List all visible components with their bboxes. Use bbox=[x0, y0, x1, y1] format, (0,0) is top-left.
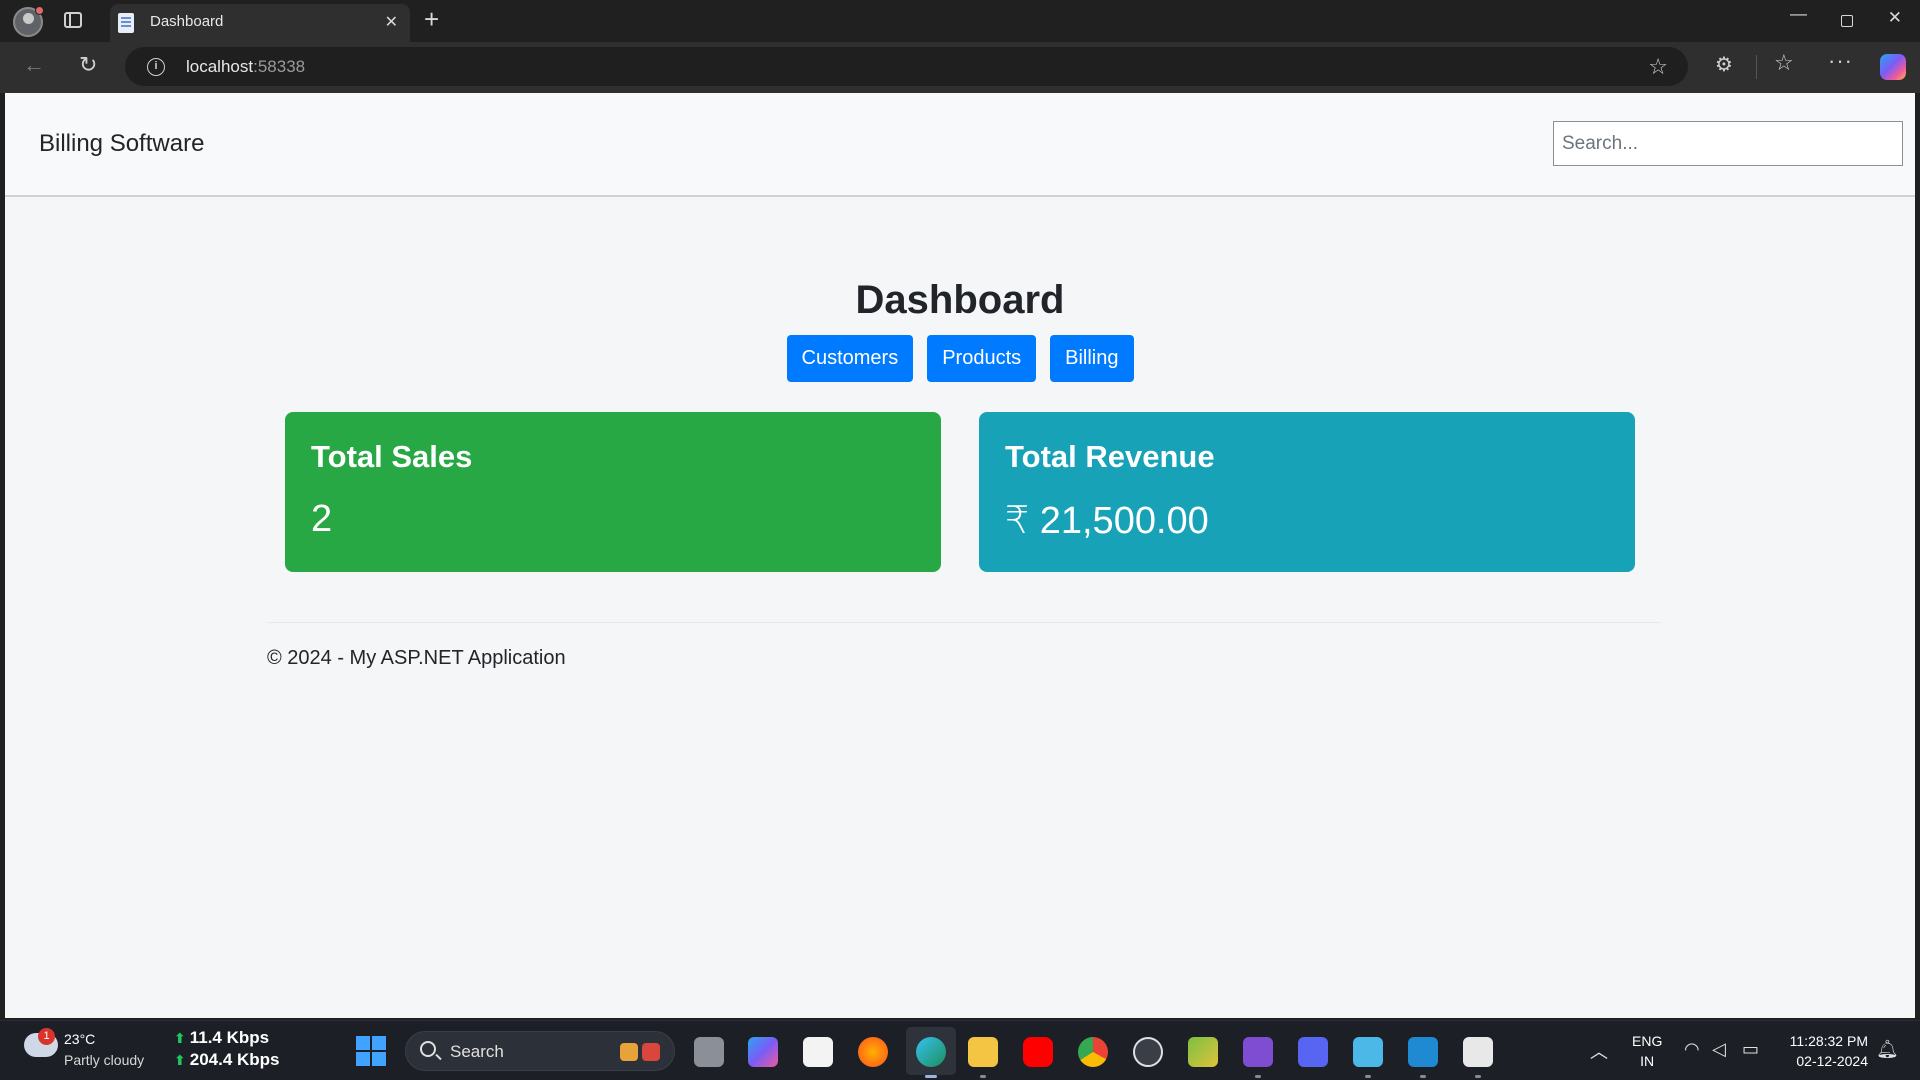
browser-tab-dashboard[interactable]: Dashboard ✕ bbox=[110, 4, 410, 42]
page-title: Dashboard bbox=[855, 278, 1065, 322]
close-window-icon[interactable]: ✕ bbox=[1888, 8, 1902, 28]
youtube-icon[interactable] bbox=[1023, 1037, 1053, 1067]
upload-arrow-icon: ⬆ bbox=[174, 1030, 186, 1046]
card-value: 2 bbox=[311, 498, 333, 540]
search-icon bbox=[420, 1041, 436, 1057]
site-info-icon[interactable]: i bbox=[147, 58, 165, 76]
tab-actions-icon[interactable] bbox=[64, 12, 82, 28]
clock-date: 02-12-2024 bbox=[1796, 1053, 1868, 1069]
vscode-icon[interactable] bbox=[1408, 1037, 1438, 1078]
minimize-window-icon[interactable]: — bbox=[1790, 4, 1807, 24]
restore-window-icon[interactable] bbox=[1841, 15, 1853, 27]
notifications-icon[interactable]: 🔔︎ bbox=[1876, 1039, 1899, 1060]
edge-icon[interactable] bbox=[916, 1037, 946, 1078]
card-title: Total Sales bbox=[311, 439, 473, 474]
taskbar-search-label: Search bbox=[450, 1042, 504, 1061]
weather-alert-badge: 1 bbox=[38, 1028, 55, 1045]
dashboard-nav-buttons: Customers Products Billing bbox=[5, 335, 1915, 382]
card-value: ₹ 21,500.00 bbox=[1005, 500, 1209, 542]
p-app-icon[interactable] bbox=[1298, 1037, 1328, 1067]
copilot-app-icon[interactable] bbox=[748, 1037, 778, 1067]
wifi-icon[interactable]: ◠ bbox=[1684, 1039, 1700, 1060]
browser-tab-strip: Dashboard ✕ + — ✕ bbox=[0, 0, 1920, 42]
language-code: ENG bbox=[1632, 1033, 1663, 1049]
url-host: localhost bbox=[186, 57, 254, 76]
battery-icon[interactable]: ▭ bbox=[1742, 1039, 1759, 1060]
products-button[interactable]: Products bbox=[927, 335, 1037, 382]
system-clock[interactable]: 11:28:32 PM 02-12-2024 bbox=[1780, 1031, 1868, 1071]
billing-button[interactable]: Billing bbox=[1050, 335, 1134, 382]
copilot-icon[interactable] bbox=[1880, 54, 1906, 80]
chevron-up-icon[interactable]: ︿ bbox=[1590, 1038, 1608, 1064]
page-favicon-icon bbox=[118, 13, 134, 33]
windows-start-icon[interactable] bbox=[356, 1036, 386, 1066]
total-sales-card: Total Sales 2 bbox=[285, 412, 941, 572]
url-port: :58338 bbox=[253, 57, 306, 76]
weather-description[interactable]: Partly cloudy bbox=[64, 1052, 144, 1068]
extensions-icon[interactable]: ⚙ bbox=[1715, 52, 1733, 77]
page-viewport: Billing Software Dashboard Customers Pro… bbox=[5, 93, 1915, 1018]
toolbar-divider bbox=[1756, 55, 1757, 79]
brand-link[interactable]: Billing Software bbox=[39, 130, 204, 158]
volume-icon[interactable]: ◁ bbox=[1712, 1039, 1726, 1060]
browser-toolbar: ← ↻ i localhost:58338 ☆ ⚙ ☆ ··· bbox=[0, 42, 1920, 93]
network-upload-speed: ⬆ 11.4 Kbps bbox=[174, 1028, 269, 1048]
profile-avatar-icon[interactable] bbox=[13, 6, 44, 37]
media-player-icon[interactable] bbox=[1133, 1037, 1163, 1067]
clock-time: 11:28:32 PM bbox=[1789, 1033, 1868, 1049]
notepad-icon[interactable] bbox=[1353, 1037, 1383, 1078]
windows-taskbar: 1 23°C Partly cloudy ⬆ 11.4 Kbps ⬆ 204.4 K… bbox=[0, 1020, 1920, 1080]
chrome-icon[interactable] bbox=[1078, 1037, 1108, 1067]
input-language[interactable]: ENG IN bbox=[1632, 1031, 1662, 1071]
visual-studio-icon[interactable] bbox=[1243, 1037, 1273, 1078]
language-region: IN bbox=[1640, 1053, 1655, 1069]
total-revenue-card: Total Revenue ₹ 21,500.00 bbox=[979, 412, 1635, 572]
sql-tool-icon[interactable] bbox=[1463, 1037, 1493, 1078]
weather-temperature[interactable]: 23°C bbox=[64, 1031, 95, 1047]
microsoft-store-icon[interactable] bbox=[803, 1037, 833, 1067]
more-options-icon[interactable]: ··· bbox=[1828, 48, 1853, 74]
task-view-icon[interactable] bbox=[694, 1037, 724, 1067]
download-arrow-icon: ⬆ bbox=[174, 1052, 186, 1068]
taskbar-search-box[interactable]: Search bbox=[405, 1031, 675, 1071]
search-highlight-icon bbox=[620, 1041, 664, 1061]
url-text: localhost:58338 bbox=[186, 57, 305, 77]
back-arrow-icon[interactable]: ← bbox=[23, 52, 45, 78]
new-tab-icon[interactable]: + bbox=[424, 4, 439, 35]
firefox-icon[interactable] bbox=[858, 1037, 888, 1067]
tab-title: Dashboard bbox=[150, 13, 224, 30]
file-explorer-icon[interactable] bbox=[968, 1037, 998, 1078]
search-input[interactable] bbox=[1553, 121, 1903, 166]
notification-dot bbox=[35, 6, 44, 15]
upload-value: 11.4 Kbps bbox=[189, 1028, 270, 1047]
card-title: Total Revenue bbox=[1005, 439, 1215, 474]
top-navbar: Billing Software bbox=[5, 93, 1915, 197]
footer-copyright: © 2024 - My ASP.NET Application bbox=[267, 647, 566, 669]
address-bar[interactable]: i localhost:58338 ☆ bbox=[125, 47, 1688, 86]
reload-icon[interactable]: ↻ bbox=[79, 52, 97, 78]
favorite-star-icon[interactable]: ☆ bbox=[1648, 54, 1668, 80]
customers-button[interactable]: Customers bbox=[786, 335, 914, 382]
favorites-icon[interactable]: ☆ bbox=[1774, 50, 1794, 76]
snipping-tool-icon[interactable] bbox=[1188, 1037, 1218, 1067]
download-value: 204.4 Kbps bbox=[189, 1050, 280, 1069]
footer-divider bbox=[267, 622, 1661, 623]
network-download-speed: ⬆ 204.4 Kbps bbox=[174, 1050, 280, 1070]
close-tab-icon[interactable]: ✕ bbox=[385, 12, 398, 32]
